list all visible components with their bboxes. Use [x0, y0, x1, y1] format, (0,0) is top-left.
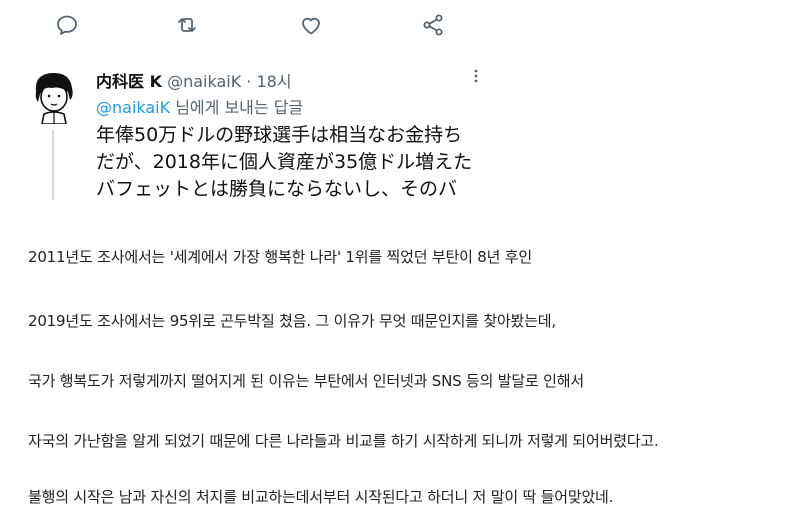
replying-to: @naikaiK 님에게 보내는 답글 [96, 94, 303, 118]
tweet-text: 年俸50万ドルの野球選手は相当なお金持ち だが、2018年に個人資産が35億ドル増… [96, 122, 476, 200]
tweet-line: 年俸50万ドルの野球選手は相当なお金持ち [96, 124, 463, 146]
more-options-button[interactable] [468, 68, 484, 84]
display-name[interactable]: 内科医 K [96, 72, 162, 91]
paragraph: 불행의 시작은 남과 자신의 처지를 비교하는데서부터 시작된다고 하더니 저 … [28, 488, 614, 506]
reply-mention-link[interactable]: @naikaiK [96, 98, 170, 117]
more-icon [474, 69, 478, 83]
reply-tweet[interactable]: 内科医 K @naikaiK · 18시 @naikaiK 님에게 보내는 답글… [0, 60, 800, 200]
tweet-line: バフェットとは勝負にならないし、そのバ [96, 178, 458, 200]
tweet-header: 内科医 K @naikaiK · 18시 [96, 68, 292, 92]
thread-line [52, 130, 54, 200]
paragraph: 2011년도 조사에서는 '세계에서 가장 행복한 나라' 1위를 찍었던 부탄… [28, 248, 532, 266]
like-button[interactable] [296, 10, 326, 40]
avatar-illustration [35, 72, 73, 125]
paragraph: 2019년도 조사에서는 95위로 곤두박질 쳤음. 그 이유가 무엇 때문인지… [28, 312, 556, 330]
avatar[interactable] [30, 70, 78, 125]
timestamp[interactable]: 18시 [256, 72, 291, 91]
reply-icon [57, 15, 77, 35]
like-icon [302, 17, 320, 35]
share-button[interactable] [418, 10, 448, 40]
reply-suffix: 님에게 보내는 답글 [170, 98, 304, 117]
reply-button[interactable] [52, 10, 82, 40]
user-handle[interactable]: @naikaiK [167, 72, 241, 91]
tweet-line: だが、2018年に個人資産が35億ドル増えた [96, 151, 473, 173]
share-icon [423, 14, 443, 36]
paragraph: 국가 행복도가 저렇게까지 떨어지게 된 이유는 부탄에서 인터넷과 SNS 등… [28, 372, 584, 390]
separator-dot: · [246, 72, 252, 91]
tweet-action-bar [0, 10, 800, 44]
retweet-button[interactable] [172, 10, 202, 40]
paragraph: 자국의 가난함을 알게 되었기 때문에 다른 나라들과 비교를 하기 시작하게 … [28, 432, 659, 450]
retweet-icon [178, 18, 196, 32]
